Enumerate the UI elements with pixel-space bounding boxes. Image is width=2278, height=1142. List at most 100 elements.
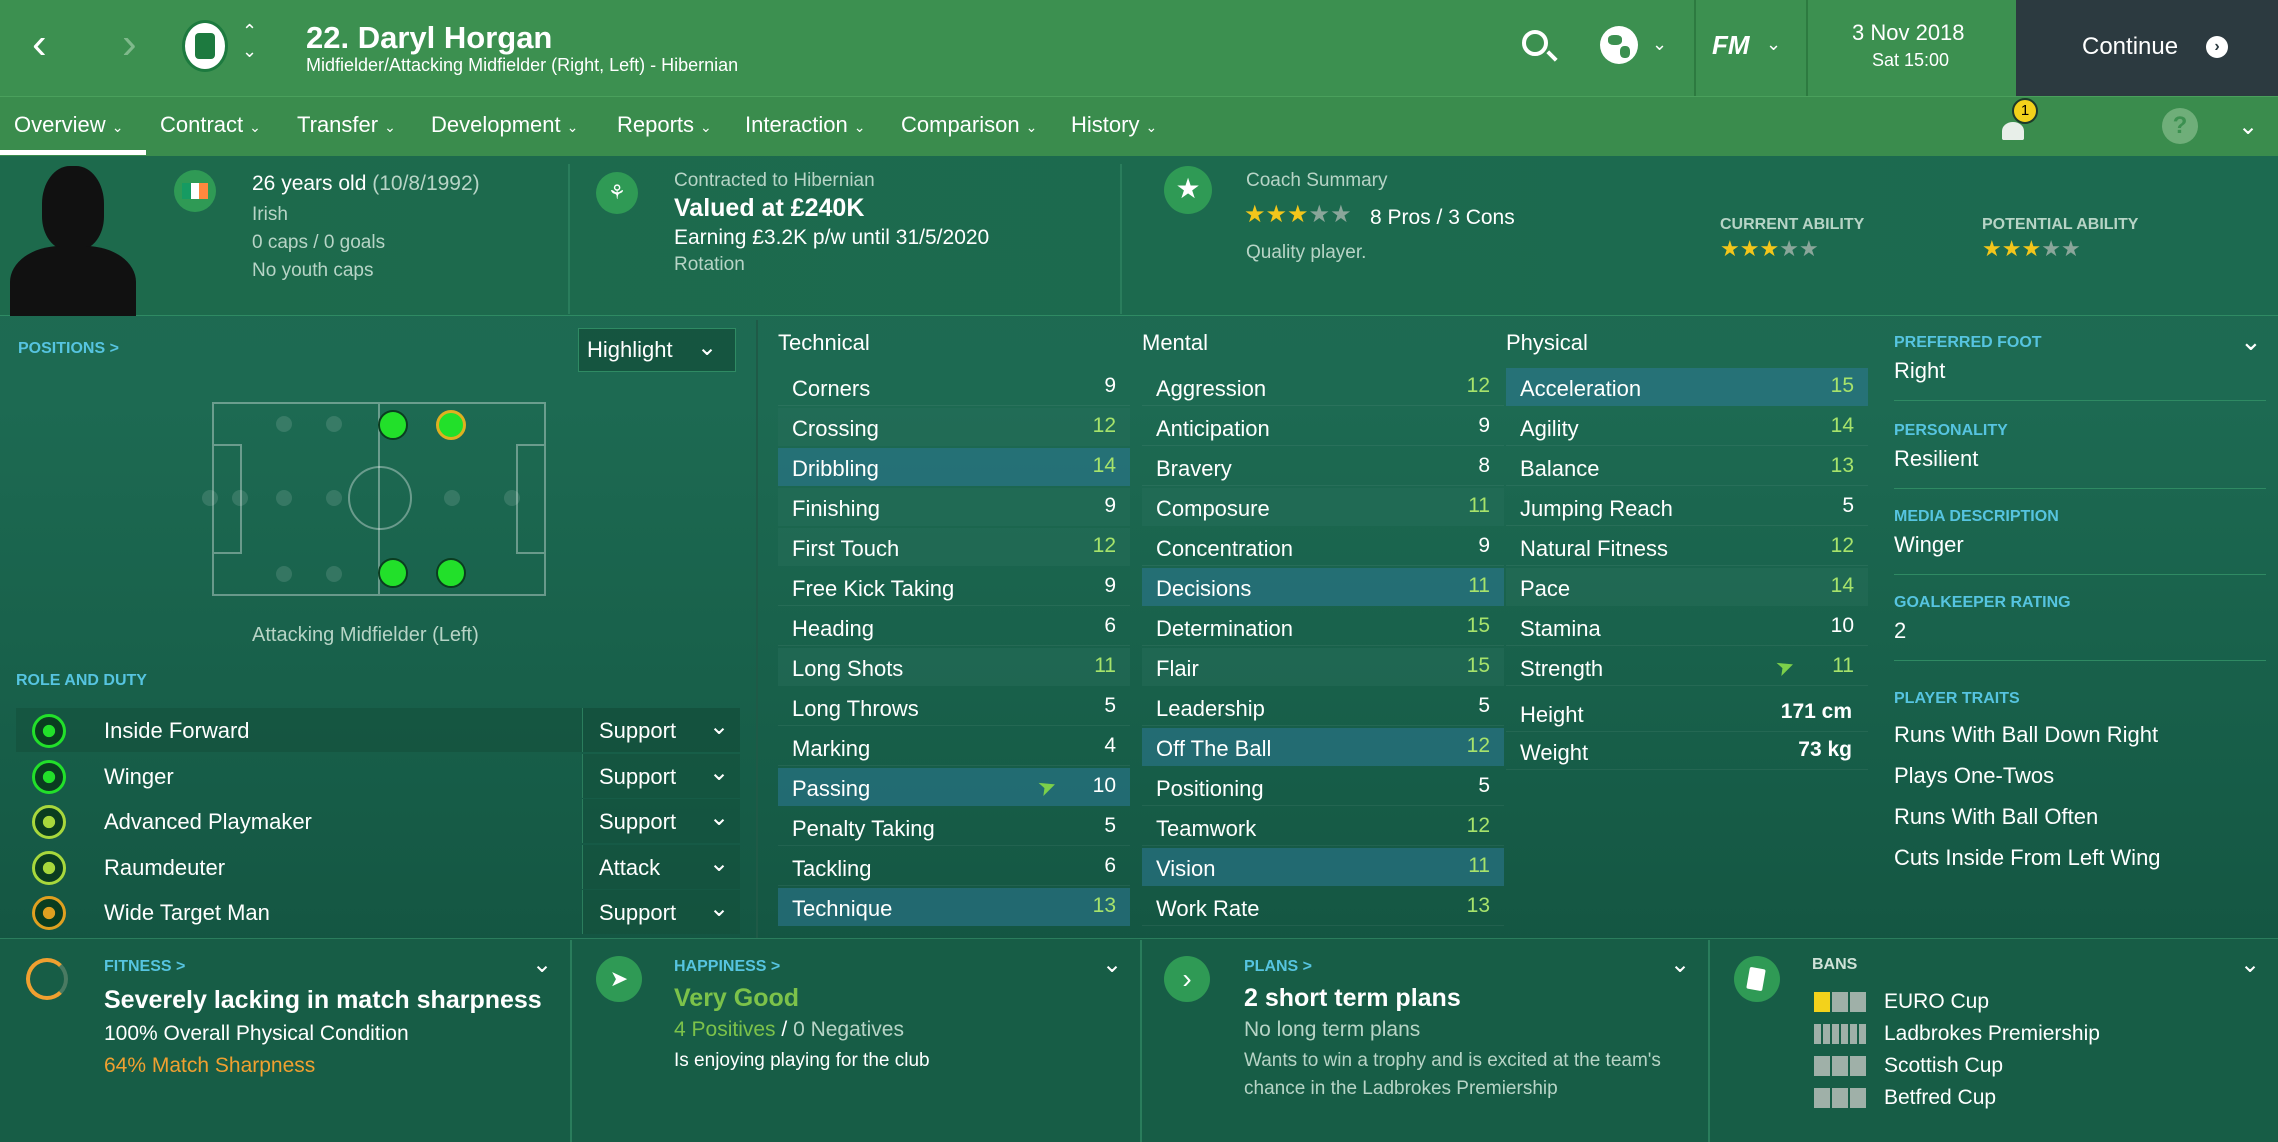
attribute-row[interactable]: Work Rate 13 [1142,888,1504,926]
tab-chevron-icon: ⌄ [1145,119,1158,135]
attribute-row[interactable]: Long Shots 11 [778,648,1130,686]
duty-dropdown[interactable]: Attack ⌄ [582,844,740,889]
highlight-dropdown[interactable]: Highlight ⌄ [578,328,736,372]
attribute-row[interactable]: Leadership 5 [1142,688,1504,726]
attribute-row[interactable]: Finishing 9 [778,488,1130,526]
attribute-row[interactable]: Concentration 9 [1142,528,1504,566]
attribute-row[interactable]: Bravery 8 [1142,448,1504,486]
positions-link[interactable]: POSITIONS > [18,340,119,358]
chevron-up-icon[interactable]: ⌃ [242,22,257,40]
attribute-row[interactable]: Strength 11 ➤ [1506,648,1868,686]
duty-dropdown[interactable]: Support ⌄ [582,708,740,752]
ban-competition: Ladbrokes Premiership [1884,1022,2100,1045]
attribute-value: 14 [1092,454,1116,477]
duty-dropdown[interactable]: Support ⌄ [582,799,740,843]
attribute-row[interactable]: Free Kick Taking 9 [778,568,1130,606]
role-name: Winger [104,763,174,789]
attribute-row[interactable]: Composure 11 [1142,488,1504,526]
attribute-row[interactable]: Technique 13 [778,888,1130,926]
chevron-down-icon[interactable]: ⌄ [242,42,257,60]
training-focus-icon: ➤ [1771,651,1798,682]
bans-chevron-icon[interactable]: ⌄ [2240,950,2260,979]
continue-arrow-icon: › [2206,36,2228,58]
attribute-row[interactable]: Vision 11 [1142,848,1504,886]
attribute-row[interactable]: Natural Fitness 12 [1506,528,1868,566]
fm-chevron-icon[interactable]: ⌄ [1766,34,1781,55]
attribute-row[interactable]: Heading 6 [778,608,1130,646]
ban-indicator-icon [1814,992,1866,1012]
attribute-row[interactable]: Off The Ball 12 [1142,728,1504,766]
personality: Resilient [1894,446,1979,471]
duty-dropdown[interactable]: Support ⌄ [582,753,740,798]
tab-contract[interactable]: Contract ⌄ [160,112,261,138]
role-row[interactable]: Advanced Playmaker Support ⌄ [16,799,740,843]
plans-link[interactable]: PLANS > [1244,958,1312,976]
tab-overview[interactable]: Overview ⌄ [14,112,123,138]
fm-menu[interactable]: FM [1712,30,1750,61]
search-icon[interactable] [1522,30,1548,56]
tab-comparison[interactable]: Comparison ⌄ [901,112,1037,138]
attribute-row[interactable]: Determination 15 [1142,608,1504,646]
attribute-row[interactable]: Stamina 10 [1506,608,1868,646]
happiness-link[interactable]: HAPPINESS > [674,958,780,976]
position-dot-selected[interactable] [436,410,466,440]
attribute-row[interactable]: Flair 15 [1142,648,1504,686]
role-row[interactable]: Raumdeuter Attack ⌄ [16,844,740,889]
attribute-row[interactable]: Penalty Taking 5 [778,808,1130,846]
attribute-name: Technique [792,896,893,921]
forward-arrow-icon[interactable]: › [122,22,137,66]
attribute-row[interactable]: Pace 14 [1506,568,1868,606]
player-trait: Plays One-Twos [1894,763,2055,788]
role-row[interactable]: Inside Forward Support ⌄ [16,708,740,752]
role-row[interactable]: Winger Support ⌄ [16,753,740,798]
happiness-chevron-icon[interactable]: ⌄ [1102,950,1122,979]
attribute-row[interactable]: Long Throws 5 [778,688,1130,726]
tab-chevron-icon: ⌄ [249,119,261,135]
attribute-row[interactable]: Jumping Reach 5 [1506,488,1868,526]
attribute-row[interactable]: Anticipation 9 [1142,408,1504,446]
plans-chevron-icon[interactable]: ⌄ [1670,950,1690,979]
continue-button[interactable]: Continue › [2016,0,2278,96]
player-dob: (10/8/1992) [372,172,480,195]
attribute-row[interactable]: Dribbling 14 [778,448,1130,486]
attribute-row[interactable]: Decisions 11 [1142,568,1504,606]
attribute-row[interactable]: Marking 4 [778,728,1130,766]
personality-label: PERSONALITY [1894,422,2008,439]
position-name: Attacking Midfielder (Left) [252,624,479,646]
attribute-name: Acceleration [1520,376,1642,401]
attribute-row[interactable]: Balance 13 [1506,448,1868,486]
attribute-row[interactable]: Corners 9 [778,368,1130,406]
duty-dropdown[interactable]: Support ⌄ [582,890,740,934]
attribute-row[interactable]: Tackling 6 [778,848,1130,886]
attribute-row[interactable]: Crossing 12 [778,408,1130,446]
globe-icon[interactable] [1600,26,1638,64]
attribute-row[interactable]: Weight 73 kg [1506,732,1868,770]
role-name: Advanced Playmaker [104,809,312,834]
role-row[interactable]: Wide Target Man Support ⌄ [16,890,740,934]
attribute-row[interactable]: Agility 14 [1506,408,1868,446]
attribute-value: 12 [1092,414,1116,437]
tab-transfer[interactable]: Transfer ⌄ [297,112,396,138]
side-chevron-icon[interactable]: ⌄ [2240,326,2262,357]
attribute-row[interactable]: Teamwork 12 [1142,808,1504,846]
fitness-chevron-icon[interactable]: ⌄ [532,950,552,979]
club-crest-icon[interactable] [182,20,228,72]
tab-interaction[interactable]: Interaction ⌄ [745,112,865,138]
attribute-row[interactable]: Positioning 5 [1142,768,1504,806]
star-icon: ★ [1244,201,1266,228]
attribute-row[interactable]: Aggression 12 [1142,368,1504,406]
position-dot-mr [378,558,408,588]
preferred-foot-label: PREFERRED FOOT [1894,334,2042,351]
attribute-row[interactable]: Passing 10 ➤ [778,768,1130,806]
attribute-row[interactable]: Height 171 cm [1506,694,1868,732]
tab-development[interactable]: Development ⌄ [431,112,578,138]
help-icon[interactable]: ? [2162,108,2198,144]
back-arrow-icon[interactable]: ‹ [32,22,47,66]
tab-reports[interactable]: Reports ⌄ [617,112,712,138]
attribute-row[interactable]: Acceleration 15 [1506,368,1868,406]
tab-history[interactable]: History ⌄ [1071,112,1157,138]
fitness-link[interactable]: FITNESS > [104,958,185,976]
nav-chevron-icon[interactable]: ⌄ [2238,112,2258,141]
attribute-row[interactable]: First Touch 12 [778,528,1130,566]
globe-chevron-icon[interactable]: ⌄ [1652,34,1667,55]
